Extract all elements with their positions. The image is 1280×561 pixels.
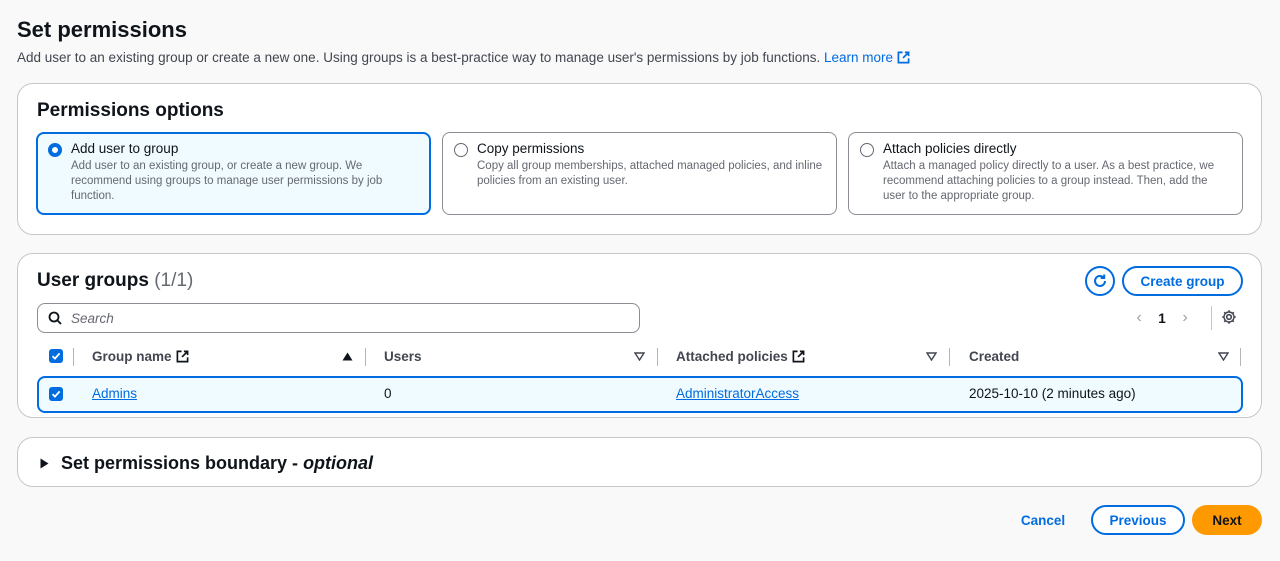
column-header-label: Attached policies	[676, 348, 788, 364]
option-add-user-to-group[interactable]: Add user to group Add user to an existin…	[36, 132, 431, 215]
checkbox-checked-icon	[51, 352, 61, 360]
option-label: Copy permissions	[477, 141, 585, 156]
refresh-icon	[1094, 274, 1106, 287]
option-description: Add user to an existing group, or create…	[71, 160, 383, 202]
radio-icon[interactable]	[454, 143, 468, 157]
cancel-button[interactable]: Cancel	[1010, 506, 1076, 534]
user-groups-title-text: User groups	[37, 270, 149, 291]
column-header-created[interactable]: Created	[969, 342, 1019, 370]
column-header-group-name[interactable]: Group name	[92, 342, 189, 370]
user-groups-count: (1/1)	[154, 270, 194, 291]
users-count-cell: 0	[384, 386, 392, 401]
page-number[interactable]: 1	[1150, 311, 1174, 326]
column-divider	[657, 348, 658, 366]
boundary-optional-label: optional	[303, 453, 374, 473]
row-checkbox[interactable]	[49, 387, 63, 401]
chevron-right-icon[interactable]: ›	[1174, 309, 1196, 327]
sort-descending-icon[interactable]	[926, 352, 937, 361]
radio-selected-icon[interactable]	[48, 143, 62, 157]
permissions-boundary-panel[interactable]: Set permissions boundary - optional	[17, 437, 1262, 487]
option-description: Attach a managed policy directly to a us…	[883, 160, 1215, 202]
option-label: Add user to group	[71, 141, 179, 156]
search-input[interactable]	[71, 309, 621, 327]
page-description-text: Add user to an existing group or create …	[17, 50, 821, 65]
column-header-label: Created	[969, 348, 1020, 364]
column-header-attached-policies[interactable]: Attached policies	[676, 342, 805, 370]
column-header-users[interactable]: Users	[384, 342, 422, 370]
permissions-boundary-title[interactable]: Set permissions boundary - optional	[61, 453, 373, 474]
group-name-link[interactable]: Admins	[92, 386, 137, 401]
column-header-label: Users	[384, 348, 422, 364]
create-group-button[interactable]: Create group	[1122, 266, 1243, 296]
pagination: ‹ 1 ›	[1128, 308, 1196, 328]
checkbox-checked-icon	[51, 390, 61, 398]
chevron-left-icon[interactable]: ‹	[1128, 309, 1150, 327]
page-title: Set permissions	[17, 17, 187, 42]
next-button[interactable]: Next	[1192, 505, 1262, 535]
external-link-icon	[897, 51, 910, 64]
column-divider	[73, 348, 74, 366]
pager-divider	[1211, 306, 1212, 330]
search-field[interactable]	[37, 303, 640, 333]
refresh-button[interactable]	[1085, 266, 1115, 296]
option-description: Copy all group memberships, attached man…	[477, 160, 823, 187]
page-description: Add user to an existing group or create …	[17, 50, 910, 65]
boundary-title-text: Set permissions boundary -	[61, 453, 304, 473]
search-icon	[48, 311, 62, 325]
radio-icon[interactable]	[860, 143, 874, 157]
select-all-checkbox[interactable]	[49, 349, 63, 363]
sort-ascending-icon[interactable]	[342, 352, 353, 361]
column-divider	[949, 348, 950, 366]
column-header-label: Group name	[92, 348, 172, 364]
option-label: Attach policies directly	[883, 141, 1017, 156]
option-attach-policies-directly[interactable]: Attach policies directly Attach a manage…	[848, 132, 1243, 215]
created-cell: 2025-10-10 (2 minutes ago)	[969, 386, 1136, 401]
sort-descending-icon[interactable]	[1218, 352, 1229, 361]
column-divider	[365, 348, 366, 366]
external-link-icon	[792, 350, 805, 362]
permissions-options-title: Permissions options	[37, 100, 224, 121]
previous-button[interactable]: Previous	[1091, 505, 1185, 535]
user-groups-panel: User groups (1/1) Create group ‹ 1 › Gro…	[17, 253, 1262, 418]
column-divider	[1240, 348, 1241, 366]
caret-right-icon[interactable]	[40, 458, 49, 469]
sort-descending-icon[interactable]	[634, 352, 645, 361]
policy-link[interactable]: AdministratorAccess	[676, 386, 799, 401]
learn-more-label: Learn more	[824, 50, 894, 65]
learn-more-link[interactable]: Learn more	[824, 50, 910, 65]
user-groups-title: User groups (1/1)	[37, 270, 193, 292]
external-link-icon	[176, 350, 188, 362]
option-copy-permissions[interactable]: Copy permissions Copy all group membersh…	[442, 132, 837, 215]
permissions-options-panel: Permissions options Add user to group Ad…	[17, 83, 1262, 235]
settings-icon[interactable]	[1221, 309, 1237, 325]
